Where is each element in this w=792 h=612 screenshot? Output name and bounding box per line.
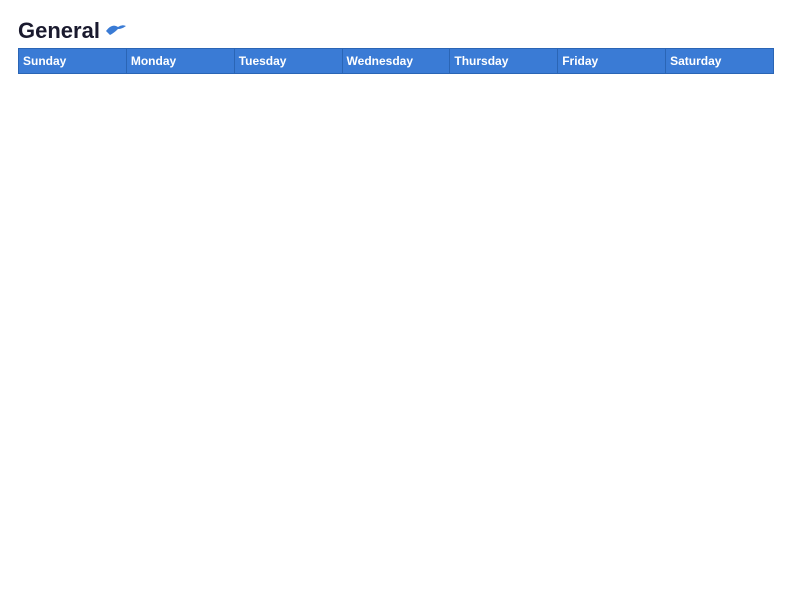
header: General (18, 18, 774, 40)
logo: General (18, 18, 128, 40)
weekday-header-wednesday: Wednesday (342, 49, 450, 74)
weekday-header-monday: Monday (126, 49, 234, 74)
page: General SundayMondayTuesdayWednesdayThur… (0, 0, 792, 612)
weekday-header-saturday: Saturday (666, 49, 774, 74)
calendar-table: SundayMondayTuesdayWednesdayThursdayFrid… (18, 48, 774, 598)
logo-bird-icon (104, 21, 128, 41)
weekday-header-thursday: Thursday (450, 49, 558, 74)
logo-general: General (18, 18, 100, 44)
weekday-header-friday: Friday (558, 49, 666, 74)
weekday-header-row: SundayMondayTuesdayWednesdayThursdayFrid… (19, 49, 774, 74)
weekday-header-sunday: Sunday (19, 49, 127, 74)
weekday-header-tuesday: Tuesday (234, 49, 342, 74)
